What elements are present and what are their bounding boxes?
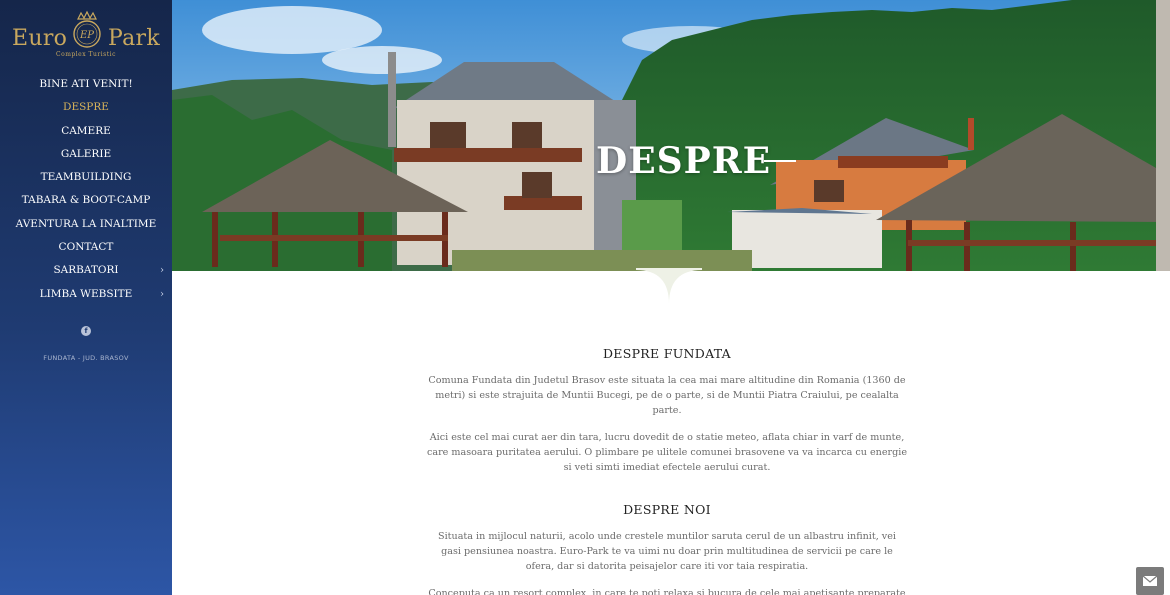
section-despre-noi: DESPRE NOI Situata in mijlocul naturii, … <box>427 502 907 595</box>
site-logo[interactable]: Euro EP Park Complex Turistic <box>0 8 172 70</box>
nav-item-sarbatori[interactable]: SARBATORI › <box>0 259 172 282</box>
nav-item-aventura-la-inaltime[interactable]: AVENTURA LA INALTIME <box>0 213 172 236</box>
main-content: DESPRE FUNDATA Comuna Fundata din Judetu… <box>172 271 1170 595</box>
section-heading: DESPRE FUNDATA <box>602 346 732 361</box>
chevron-right-icon: › <box>160 265 164 277</box>
facebook-icon[interactable]: f <box>81 325 91 336</box>
envelope-icon <box>1142 575 1158 586</box>
sidebar: Euro EP Park Complex Turistic BINE ATI V… <box>0 0 172 595</box>
hero-photo <box>172 0 1170 271</box>
main-navigation: BINE ATI VENIT! DESPRE CAMERE GALERIE TE… <box>0 73 172 306</box>
logo-crown-emblem: EP <box>73 10 101 48</box>
nav-item-galerie[interactable]: GALERIE <box>0 143 172 166</box>
section-paragraph: Aici este cel mai curat aer din tara, lu… <box>427 432 908 473</box>
section-paragraph: Situata in mijlocul naturii, acolo unde … <box>438 531 896 572</box>
nav-item-limba-website[interactable]: LIMBA WEBSITE › <box>0 283 172 306</box>
nav-item-contact[interactable]: CONTACT <box>0 236 172 259</box>
section-heading: DESPRE NOI <box>623 502 711 517</box>
address-text: FUNDATA - JUD. BRASOV <box>43 353 129 362</box>
nav-item-camere[interactable]: CAMERE <box>0 120 172 143</box>
hero-banner: DESPRE <box>172 0 1170 271</box>
chevron-right-icon: › <box>160 288 164 300</box>
section-despre-fundata: DESPRE FUNDATA Comuna Fundata din Judetu… <box>427 346 907 475</box>
nav-item-despre[interactable]: DESPRE <box>0 96 172 119</box>
logo-word-park: Park <box>108 26 160 51</box>
logo-word-euro: Euro <box>12 26 68 51</box>
logo-monogram: EP <box>79 30 94 41</box>
logo-subtitle: Complex Turistic <box>56 51 116 58</box>
hero-title-divider <box>764 160 796 162</box>
nav-item-tabara-boot-camp[interactable]: TABARA & BOOT-CAMP <box>0 189 172 212</box>
section-paragraph: Conceputa ca un resort complex, in care … <box>428 588 906 595</box>
section-paragraph: Comuna Fundata din Judetul Brasov este s… <box>428 375 906 416</box>
hero-title: DESPRE <box>596 140 772 182</box>
nav-item-bine-ati-venit[interactable]: BINE ATI VENIT! <box>0 73 172 96</box>
nav-item-teambuilding[interactable]: TEAMBUILDING <box>0 166 172 189</box>
contact-message-button[interactable] <box>1136 567 1164 595</box>
